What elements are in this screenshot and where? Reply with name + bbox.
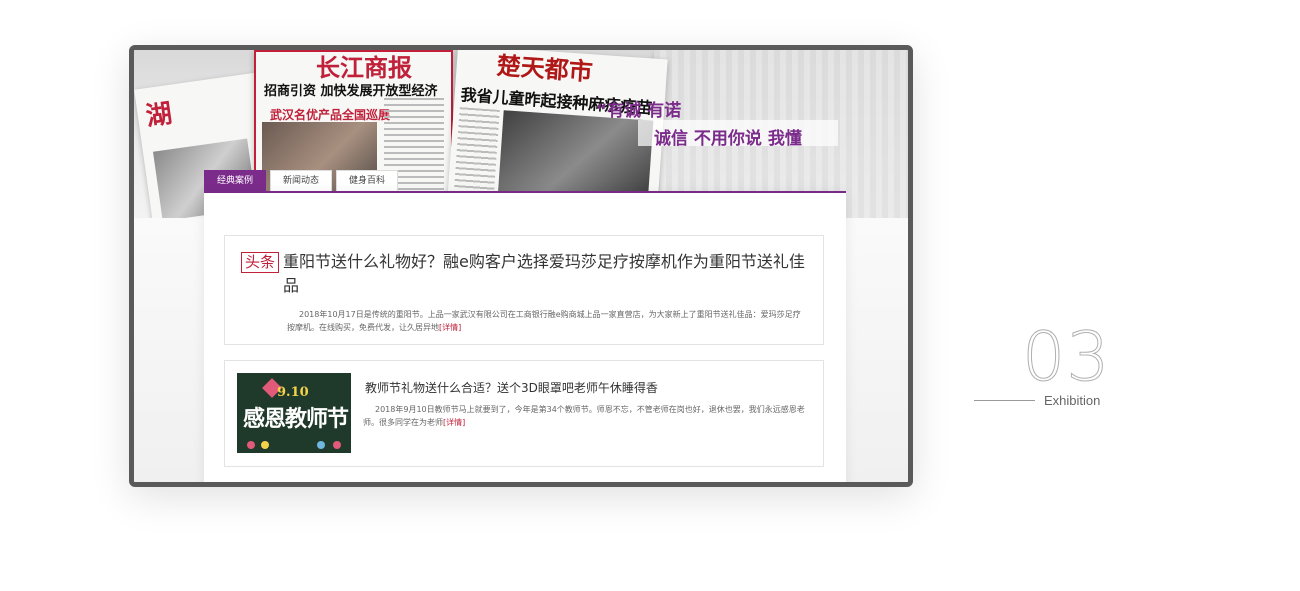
article-title[interactable]: 重阳节送什么礼物好？融e购客户选择爱玛莎足疗按摩机作为重阳节送礼佳品 xyxy=(283,250,811,298)
slogan-line-2: 诚信 不用你说 我懂 xyxy=(654,129,802,149)
tab-classic-cases[interactable]: 经典案例 xyxy=(204,170,267,197)
screenshot-frame: 湖 长江商报 招商引资 加快发展开放型经济 武汉名优产品全国巡展 楚天都市 我省… xyxy=(129,45,913,487)
section-number: 03 xyxy=(1022,318,1111,398)
summary-text: 2018年10月17日是传统的重阳节。上品一家武汉有限公司在工商银行融e购商城上… xyxy=(287,310,801,332)
article-summary: 2018年9月10日教师节马上就要到了，今年是第34个教师节。师恩不忘，不管老师… xyxy=(363,403,811,429)
article-summary: 2018年10月17日是传统的重阳节。上品一家武汉有限公司在工商银行融e购商城上… xyxy=(287,308,807,334)
tab-news[interactable]: 新闻动态 xyxy=(270,170,333,191)
newspaper-masthead: 楚天都市 xyxy=(495,50,594,87)
article-panel: 头条 重阳节送什么礼物好？融e购客户选择爱玛莎足疗按摩机作为重阳节送礼佳品 20… xyxy=(204,193,846,487)
details-link[interactable]: [详情] xyxy=(443,418,465,427)
details-link[interactable]: [详情] xyxy=(439,323,461,332)
headline-badge: 头条 xyxy=(241,252,280,273)
section-label: Exhibition xyxy=(1044,393,1101,408)
newspaper-subheadline: 武汉名优产品全国巡展 xyxy=(270,108,391,122)
article-card[interactable]: 9.10 感恩教师节 教师节礼物送什么合适？送个3D眼罩吧老师午休睡得香 201… xyxy=(224,360,824,467)
summary-text: 2018年9月10日教师节马上就要到了，今年是第34个教师节。师恩不忘，不管老师… xyxy=(363,405,805,427)
tab-fitness[interactable]: 健身百科 xyxy=(336,170,399,191)
flower-icon xyxy=(333,441,341,449)
newspaper-masthead: 湖 xyxy=(144,98,175,133)
thumbnail-date: 9.10 xyxy=(277,385,309,400)
newspaper-masthead: 长江商报 xyxy=(316,53,412,82)
flower-icon xyxy=(317,441,325,449)
article-thumbnail[interactable]: 9.10 感恩教师节 xyxy=(237,373,351,453)
slogan-line-1: “有诚 有诺 xyxy=(596,101,682,121)
flower-icon xyxy=(247,441,255,449)
flower-icon xyxy=(261,441,269,449)
thumbnail-caption: 感恩教师节 xyxy=(243,406,349,432)
article-card-partial[interactable] xyxy=(224,482,824,487)
section-divider xyxy=(974,400,1035,401)
article-card-headline[interactable]: 头条 重阳节送什么礼物好？融e购客户选择爱玛莎足疗按摩机作为重阳节送礼佳品 20… xyxy=(224,235,824,345)
newspaper-headline: 招商引资 加快发展开放型经济 xyxy=(264,84,438,99)
category-tabs: 经典案例 新闻动态 健身百科 xyxy=(204,170,402,197)
article-title[interactable]: 教师节礼物送什么合适？送个3D眼罩吧老师午休睡得香 xyxy=(365,379,658,396)
